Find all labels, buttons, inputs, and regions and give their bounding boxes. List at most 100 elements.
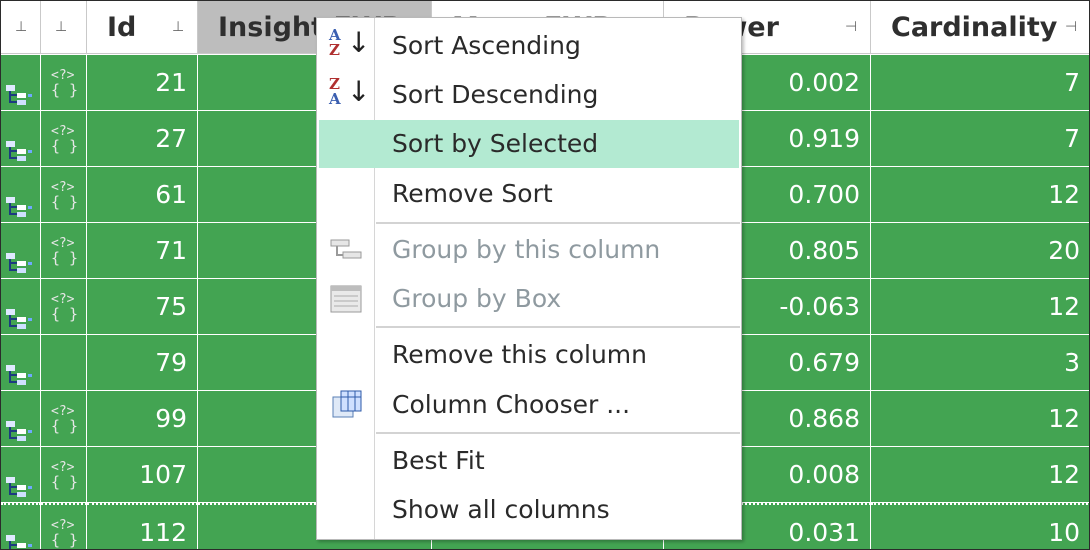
row-tree-cell[interactable] xyxy=(1,391,41,447)
json-braces-icon[interactable]: <?>{ } xyxy=(47,121,78,157)
cell-id[interactable]: 112 xyxy=(87,503,198,549)
pin-icon[interactable]: ⊥ xyxy=(15,19,27,35)
menu-item-label: Show all columns xyxy=(392,495,610,524)
menu-item-label: Sort Descending xyxy=(392,80,599,109)
hierarchy-icon[interactable] xyxy=(5,183,35,217)
json-braces-icon[interactable]: <?>{ } xyxy=(47,457,78,493)
menu-item-sort-by-selected[interactable]: Sort by Selected xyxy=(319,120,739,168)
column-header-pin2[interactable]: ⊥ xyxy=(41,1,87,54)
row-tree-cell[interactable] xyxy=(1,335,41,391)
grid-window: ⊥⊥Id⊥Insight FWPMean FWPPower⊣Cardinalit… xyxy=(0,0,1090,550)
pin-icon[interactable]: ⊥ xyxy=(172,19,184,35)
column-header-label: Id xyxy=(107,12,137,43)
cell-id[interactable]: 99 xyxy=(87,391,198,447)
json-braces-icon[interactable]: <?>{ } xyxy=(47,401,78,437)
json-braces-icon[interactable]: <?>{ } xyxy=(47,515,78,549)
hierarchy-icon[interactable] xyxy=(5,351,35,385)
hierarchy-icon[interactable] xyxy=(5,407,35,441)
menu-separator xyxy=(376,222,740,224)
json-braces-icon[interactable]: <?>{ } xyxy=(47,65,78,101)
row-json-cell[interactable] xyxy=(41,335,87,391)
json-braces-icon[interactable]: <?>{ } xyxy=(47,177,78,213)
pin-icon[interactable]: ⊣ xyxy=(1065,19,1077,35)
cell-cardinality[interactable]: 12 xyxy=(871,167,1089,223)
cell-cardinality[interactable]: 7 xyxy=(871,55,1089,111)
column-header-pin1[interactable]: ⊥ xyxy=(1,1,41,54)
row-json-cell[interactable]: <?>{ } xyxy=(41,167,87,223)
cell-id[interactable]: 79 xyxy=(87,335,198,391)
hierarchy-icon[interactable] xyxy=(5,239,35,273)
cell-cardinality[interactable]: 12 xyxy=(871,447,1089,503)
menu-item-label: Group by Box xyxy=(392,284,562,313)
cell-cardinality[interactable]: 7 xyxy=(871,111,1089,167)
menu-separator xyxy=(376,326,740,328)
pin-icon[interactable]: ⊣ xyxy=(845,19,857,35)
menu-item-sort-descending[interactable]: Z A ↓ Sort Descending xyxy=(319,71,739,119)
json-braces-icon[interactable]: <?>{ } xyxy=(47,233,78,269)
svg-text:{ }: { } xyxy=(51,417,77,435)
svg-text:{ }: { } xyxy=(51,531,77,549)
row-tree-cell[interactable] xyxy=(1,447,41,503)
menu-item-label: Group by this column xyxy=(392,235,661,264)
menu-separator xyxy=(376,432,740,434)
menu-item-label: Best Fit xyxy=(392,446,485,475)
svg-text:{ }: { } xyxy=(51,81,77,99)
menu-item-best-fit[interactable]: Best Fit xyxy=(319,437,739,485)
cell-id[interactable]: 21 xyxy=(87,55,198,111)
menu-item-remove-this-column[interactable]: Remove this column xyxy=(319,331,739,379)
menu-item-sort-ascending[interactable]: A Z ↓ Sort Ascending xyxy=(319,22,739,70)
column-context-menu: A Z ↓ Sort Ascending Z A ↓ Sort Descending Sort … xyxy=(316,17,742,540)
menu-item-label: Column Chooser ... xyxy=(392,390,631,419)
cell-id[interactable]: 61 xyxy=(87,167,198,223)
cell-cardinality[interactable]: 10 xyxy=(871,503,1089,549)
menu-item-group-by-box[interactable]: Group by Box xyxy=(319,275,739,323)
menu-item-remove-sort[interactable]: Remove Sort xyxy=(319,170,739,218)
column-header-cardinality[interactable]: Cardinality ⊣ xyxy=(871,1,1089,54)
menu-item-show-all-columns[interactable]: Show all columns xyxy=(319,486,739,534)
row-tree-cell[interactable] xyxy=(1,167,41,223)
row-tree-cell[interactable] xyxy=(1,223,41,279)
column-chooser-icon xyxy=(329,389,363,421)
menu-item-label: Remove Sort xyxy=(392,179,553,208)
menu-item-column-chooser[interactable]: Column Chooser ... xyxy=(319,381,739,429)
row-json-cell[interactable]: <?>{ } xyxy=(41,279,87,335)
cell-id[interactable]: 71 xyxy=(87,223,198,279)
row-json-cell[interactable]: <?>{ } xyxy=(41,111,87,167)
row-tree-cell[interactable] xyxy=(1,279,41,335)
group-box-icon xyxy=(329,283,363,315)
row-tree-cell[interactable] xyxy=(1,111,41,167)
column-header-label: Cardinality xyxy=(891,12,1058,43)
row-json-cell[interactable]: <?>{ } xyxy=(41,447,87,503)
row-tree-cell[interactable] xyxy=(1,503,41,549)
row-json-cell[interactable]: <?>{ } xyxy=(41,503,87,549)
cell-id[interactable]: 107 xyxy=(87,447,198,503)
cell-cardinality[interactable]: 12 xyxy=(871,391,1089,447)
svg-text:{ }: { } xyxy=(51,305,77,323)
json-braces-icon[interactable]: <?>{ } xyxy=(47,289,78,325)
cell-id[interactable]: 75 xyxy=(87,279,198,335)
row-json-cell[interactable]: <?>{ } xyxy=(41,391,87,447)
pin-icon[interactable]: ⊥ xyxy=(55,19,67,35)
sort-descending-icon: Z A ↓ xyxy=(329,75,371,108)
svg-text:{ }: { } xyxy=(51,249,77,267)
row-json-cell[interactable]: <?>{ } xyxy=(41,223,87,279)
hierarchy-icon[interactable] xyxy=(5,295,35,329)
cell-cardinality[interactable]: 3 xyxy=(871,335,1089,391)
hierarchy-icon[interactable] xyxy=(5,463,35,497)
menu-item-label: Sort by Selected xyxy=(392,129,599,158)
menu-item-label: Remove this column xyxy=(392,340,647,369)
row-json-cell[interactable]: <?>{ } xyxy=(41,55,87,111)
hierarchy-icon[interactable] xyxy=(5,521,35,549)
svg-text:{ }: { } xyxy=(51,473,77,491)
hierarchy-icon[interactable] xyxy=(5,71,35,105)
hierarchy-icon[interactable] xyxy=(5,127,35,161)
cell-cardinality[interactable]: 20 xyxy=(871,223,1089,279)
menu-item-group-by-this-column[interactable]: Group by this column xyxy=(319,226,739,274)
sort-ascending-icon: A Z ↓ xyxy=(329,26,371,59)
svg-text:{ }: { } xyxy=(51,137,77,155)
group-column-icon xyxy=(329,234,363,266)
cell-id[interactable]: 27 xyxy=(87,111,198,167)
column-header-id[interactable]: Id ⊥ xyxy=(87,1,198,54)
row-tree-cell[interactable] xyxy=(1,55,41,111)
cell-cardinality[interactable]: 12 xyxy=(871,279,1089,335)
